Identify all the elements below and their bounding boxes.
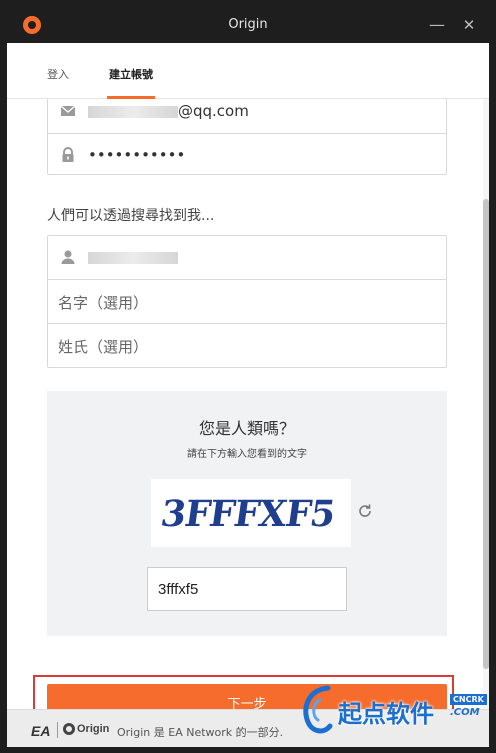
scrollbar[interactable] [483, 99, 489, 709]
minimize-button[interactable]: — [425, 13, 449, 37]
email-value: @qq.com [88, 102, 249, 120]
captcha-image: 3FFFXF5 [151, 479, 351, 547]
captcha-image-text: 3FFFXF5 [158, 493, 338, 535]
ea-logo: EA [31, 723, 51, 739]
captcha-input[interactable] [147, 567, 347, 611]
lock-icon [62, 147, 74, 162]
first-name-field[interactable]: 名字（選用） [48, 280, 446, 324]
captcha-instructions: 請在下方輸入您看到的文字 [187, 449, 307, 460]
password-value: ••••••••••• [88, 146, 186, 164]
redacted-username [88, 251, 178, 264]
tab-login[interactable]: 登入 [47, 66, 69, 82]
auth-tabs: 登入 建立帳號 [7, 43, 489, 99]
registration-form: @qq.com ••••••••••• 人們可以透過搜尋找到我... 名字（選用… [7, 99, 483, 709]
origin-wordmark: Origin [77, 723, 110, 735]
captcha-title: 您是人類嗎？ [198, 419, 295, 438]
first-name-placeholder: 名字（選用） [58, 294, 149, 312]
last-name-placeholder: 姓氏（選用） [58, 338, 149, 356]
redacted-email-prefix [88, 105, 178, 118]
scrollbar-thumb[interactable] [483, 199, 489, 669]
refresh-icon[interactable] [357, 503, 373, 519]
footer-divider [57, 722, 58, 738]
search-visibility-hint: 人們可以透過搜尋找到我... [47, 208, 215, 224]
username-value [88, 248, 178, 266]
origin-window: Origin — ✕ 登入 建立帳號 @qq.com ••••••••••• 人… [7, 7, 489, 747]
profile-group: 名字（選用） 姓氏（選用） [47, 235, 447, 368]
title-bar: Origin — ✕ [7, 7, 489, 43]
credentials-group: @qq.com ••••••••••• [47, 99, 447, 175]
captcha-panel: 您是人類嗎？ 請在下方輸入您看到的文字 3FFFXF5 [47, 391, 447, 636]
footer-network-text: Origin 是 EA Network 的一部分. [117, 726, 284, 739]
password-field[interactable]: ••••••••••• [48, 134, 446, 178]
tab-create-account[interactable]: 建立帳號 [109, 66, 153, 82]
username-field[interactable] [48, 236, 446, 280]
last-name-field[interactable]: 姓氏（選用） [48, 324, 446, 368]
mail-icon [60, 105, 76, 116]
footer: EA Origin Origin 是 EA Network 的一部分. [7, 709, 489, 747]
origin-mark-icon [63, 723, 75, 735]
close-button[interactable]: ✕ [457, 13, 481, 37]
window-title: Origin [228, 17, 268, 32]
email-field[interactable]: @qq.com [48, 99, 446, 134]
user-icon [61, 250, 75, 264]
